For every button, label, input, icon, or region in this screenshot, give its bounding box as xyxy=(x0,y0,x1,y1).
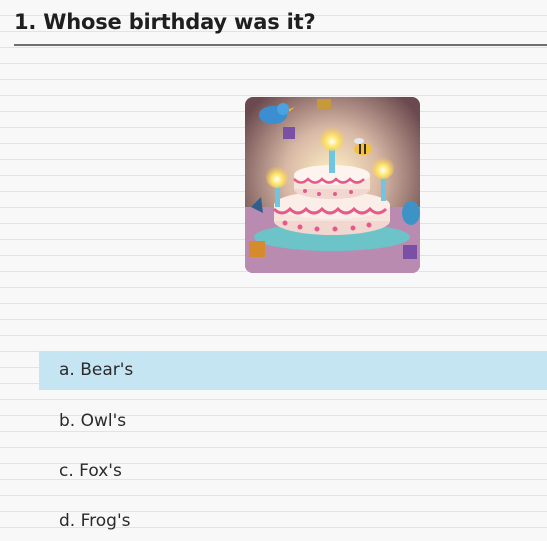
answer-label: b. Owl's xyxy=(59,411,127,431)
answer-option-a[interactable]: a. Bear's xyxy=(39,351,547,390)
answer-label: c. Fox's xyxy=(59,461,122,481)
question-header: 1. Whose birthday was it? xyxy=(14,0,547,46)
answer-option-c[interactable]: c. Fox's xyxy=(39,452,547,491)
question-title: 1. Whose birthday was it? xyxy=(14,10,316,34)
answer-option-d[interactable]: d. Frog's xyxy=(39,502,547,541)
answer-label: a. Bear's xyxy=(59,360,134,380)
answer-option-b[interactable]: b. Owl's xyxy=(39,402,547,441)
birthday-cake-image xyxy=(245,97,420,273)
answer-label: d. Frog's xyxy=(59,511,131,531)
